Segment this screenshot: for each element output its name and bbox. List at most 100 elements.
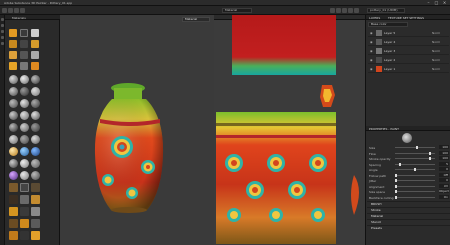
layer-blend[interactable]: Norm <box>432 58 440 62</box>
mask-icon[interactable] <box>31 29 39 37</box>
material-sphere-13[interactable] <box>9 123 18 132</box>
material-sphere-15[interactable] <box>31 123 40 132</box>
material-sphere-2[interactable] <box>20 75 29 84</box>
texture-set-select[interactable]: pottery_01 (UDIM) <box>367 8 405 13</box>
slider-knob[interactable] <box>395 179 397 182</box>
view-settings-icon[interactable] <box>354 8 359 13</box>
material-sphere-19[interactable] <box>9 159 18 168</box>
material-sphere-purple[interactable] <box>9 171 18 180</box>
section-stencil[interactable]: Stencil <box>367 219 450 224</box>
param-slider[interactable] <box>395 195 435 199</box>
alpha-icon[interactable] <box>20 51 28 59</box>
brush-thumb-10[interactable] <box>9 219 18 228</box>
param-value[interactable]: 5 <box>439 161 449 166</box>
material-sphere-18[interactable] <box>31 135 40 144</box>
tab-texture-set-settings[interactable]: TEXTURE SET SETTINGS <box>388 16 424 20</box>
fill-icon[interactable] <box>20 29 28 37</box>
brush-thumb-13[interactable] <box>9 231 18 240</box>
material-sphere-1[interactable] <box>9 75 18 84</box>
material-sphere-8[interactable] <box>20 99 29 108</box>
param-slider[interactable] <box>395 151 435 155</box>
brush-thumb-8[interactable] <box>20 207 29 216</box>
material-sphere-blue[interactable] <box>20 147 29 156</box>
section-presets[interactable]: Presets <box>367 225 450 230</box>
brush-thumb-12[interactable] <box>31 219 40 228</box>
param-value[interactable]: 100 <box>439 145 449 149</box>
smart-material-icon[interactable] <box>9 29 17 37</box>
slider-knob[interactable] <box>414 168 416 171</box>
viewport-3d[interactable]: Material <box>60 15 214 245</box>
generator-icon[interactable] <box>9 40 17 48</box>
param-slider[interactable] <box>395 157 435 160</box>
param-value[interactable]: Off <box>439 172 449 177</box>
layer-blend[interactable]: Norm <box>432 31 440 35</box>
slider-knob[interactable] <box>429 151 432 155</box>
material-sphere-11[interactable] <box>20 111 29 120</box>
layer-blend[interactable]: Norm <box>432 67 440 71</box>
param-slider[interactable] <box>395 184 435 188</box>
environment-icon[interactable] <box>20 62 28 70</box>
material-sphere-9[interactable] <box>31 99 40 108</box>
param-slider[interactable] <box>395 162 435 166</box>
color-profile-icon[interactable] <box>31 62 39 70</box>
slider-knob[interactable] <box>398 162 401 166</box>
param-slider[interactable] <box>395 146 435 149</box>
tab-layers[interactable]: LAYERS <box>369 16 380 20</box>
brush-thumb-14[interactable] <box>20 231 29 240</box>
layer-row[interactable]: ◉ Layer 2 Norm <box>368 56 449 64</box>
stencil-icon[interactable] <box>31 51 39 59</box>
material-sphere-14[interactable] <box>20 123 29 132</box>
param-slider[interactable] <box>395 173 435 177</box>
brush-thumb-7[interactable] <box>9 207 18 216</box>
screenshot-icon[interactable] <box>336 8 341 13</box>
layer-row[interactable]: ◉ Layer 1 Norm <box>368 65 449 73</box>
slider-knob[interactable] <box>395 190 397 193</box>
eye-icon[interactable]: ◉ <box>370 40 374 44</box>
slider-knob[interactable] <box>395 184 397 188</box>
material-sphere-4[interactable] <box>9 87 18 96</box>
brush-thumb-2[interactable] <box>20 183 29 192</box>
brush-thumb-5[interactable] <box>20 195 29 204</box>
param-slider[interactable] <box>395 179 435 182</box>
brush-thumb-4[interactable] <box>9 195 18 204</box>
layer-row[interactable]: ◉ Layer 4 Norm <box>368 38 449 46</box>
material-sphere-blue-2[interactable] <box>31 147 40 156</box>
particle-icon[interactable] <box>31 40 39 48</box>
brush-thumb-1[interactable] <box>9 183 18 192</box>
eye-icon[interactable]: ◉ <box>370 67 374 71</box>
layer-row[interactable]: ◉ Layer 5 Norm <box>368 29 449 37</box>
eye-icon[interactable]: ◉ <box>370 31 374 35</box>
material-sphere-16[interactable] <box>9 135 18 144</box>
slider-knob[interactable] <box>415 146 418 149</box>
camera-icon[interactable] <box>330 8 335 13</box>
param-value[interactable]: 0 <box>439 167 449 171</box>
param-value[interactable]: 100 <box>439 150 449 155</box>
material-sphere-20[interactable] <box>20 159 29 168</box>
history-tool-icon[interactable] <box>1 36 4 39</box>
material-sphere-23[interactable] <box>31 171 40 180</box>
eraser-tool-icon[interactable] <box>8 8 13 13</box>
material-sphere-6[interactable] <box>31 87 40 96</box>
projection-tool-icon[interactable] <box>14 8 19 13</box>
section-stroke[interactable]: Stroke <box>367 207 450 212</box>
layers-tool-icon[interactable] <box>1 24 4 27</box>
eye-icon[interactable]: ◉ <box>370 58 374 62</box>
material-sphere-5[interactable] <box>20 87 29 96</box>
display-tool-icon[interactable] <box>1 42 4 45</box>
eye-icon[interactable]: ◉ <box>370 49 374 53</box>
material-sphere-gold[interactable] <box>9 147 18 156</box>
symmetry-icon[interactable] <box>348 8 353 13</box>
brush-tool-icon[interactable] <box>1 18 4 21</box>
brush-thumb-15[interactable] <box>31 231 40 240</box>
channel-select[interactable]: Base color <box>368 22 408 27</box>
section-brush[interactable]: BRUSH <box>367 201 450 206</box>
param-value[interactable]: UV <box>439 183 449 188</box>
material-sphere-7[interactable] <box>9 99 18 108</box>
tab-properties-paint[interactable]: PROPERTIES - PAINT <box>369 127 399 131</box>
material-sphere-22[interactable] <box>20 171 29 180</box>
slider-knob[interactable] <box>395 173 397 177</box>
brush-thumb-11[interactable] <box>20 219 29 228</box>
param-value[interactable]: 0 <box>439 178 449 182</box>
filter-icon[interactable] <box>20 40 28 48</box>
layer-blend[interactable]: Norm <box>432 49 440 53</box>
